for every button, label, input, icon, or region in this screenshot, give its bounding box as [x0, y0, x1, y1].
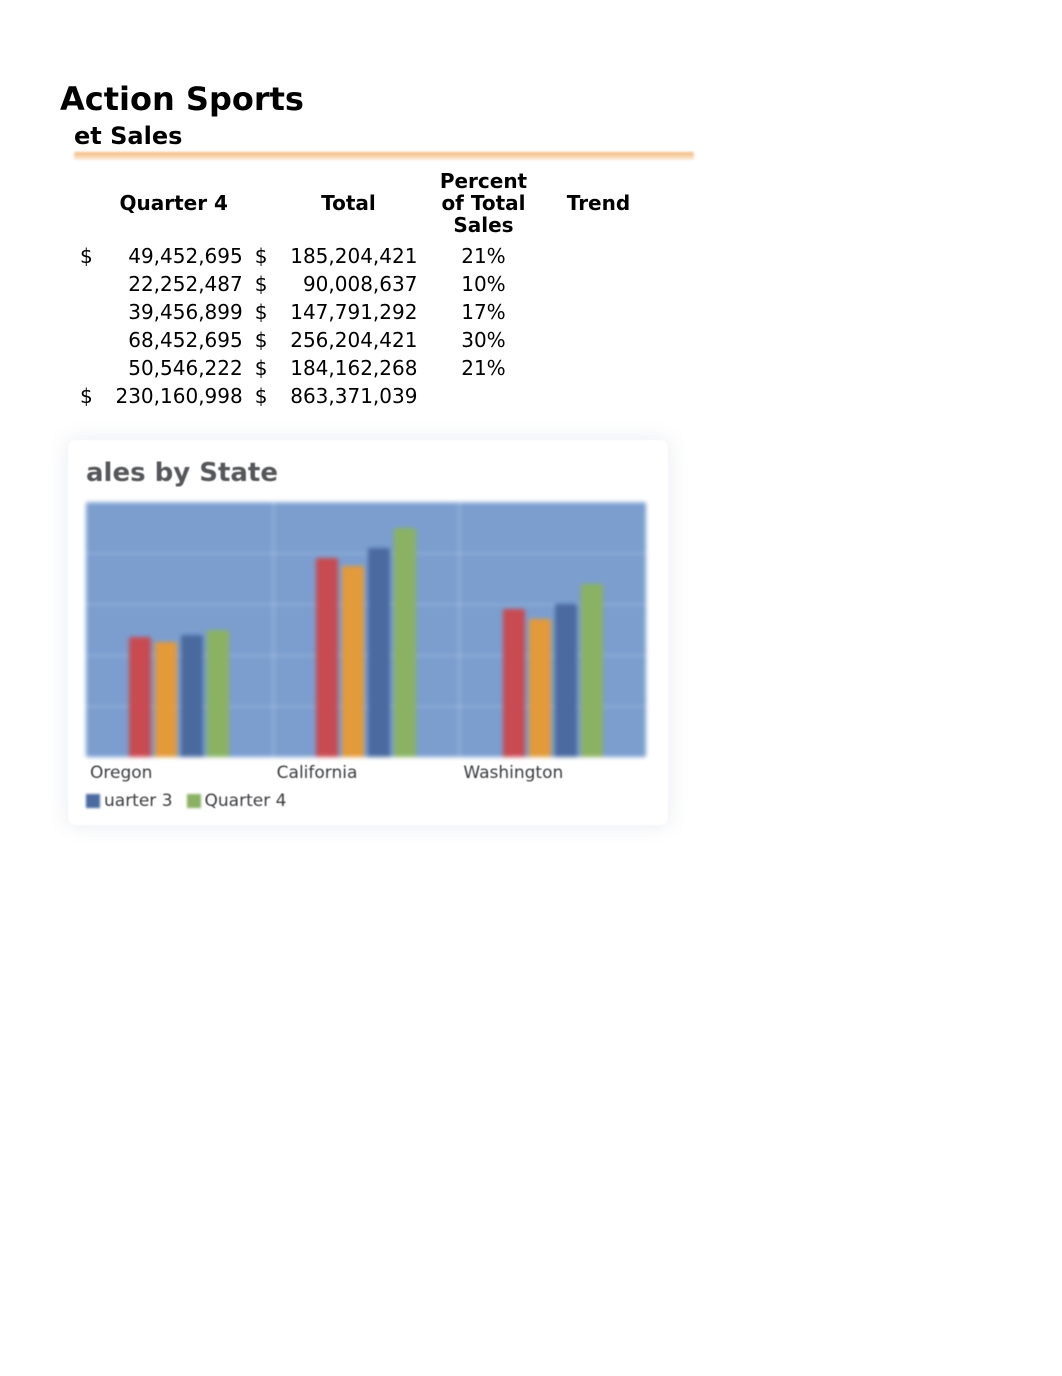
cell-pct: 30% — [423, 326, 543, 354]
chart-bar — [207, 630, 229, 758]
cell-trend — [543, 354, 653, 382]
cell-total: 185,204,421 — [273, 242, 423, 270]
chart-title: ales by State — [86, 458, 650, 488]
dollar-sign — [74, 326, 99, 354]
chart-bar — [155, 642, 177, 757]
x-axis-label: California — [273, 763, 460, 783]
legend-item: Quarter 4 — [187, 791, 287, 811]
cell-trend — [543, 298, 653, 326]
page-title: Action Sports — [60, 80, 1062, 118]
cell-total: 256,204,421 — [273, 326, 423, 354]
chart-bar — [503, 609, 525, 757]
table-row: $49,452,695$185,204,42121% — [74, 242, 653, 270]
chart-bar — [368, 548, 390, 757]
chart-card: ales by State OregonCaliforniaWashington… — [68, 440, 668, 825]
dollar-sign: $ — [249, 270, 274, 298]
chart-bar — [555, 604, 577, 757]
title-rule — [74, 152, 694, 160]
chart-legend: uarter 3 Quarter 4 — [86, 791, 650, 811]
dollar-sign: $ — [249, 354, 274, 382]
cell-q4: 68,452,695 — [99, 326, 249, 354]
x-axis-label: Oregon — [86, 763, 273, 783]
cell-pct: 21% — [423, 242, 543, 270]
dollar-sign: $ — [249, 242, 274, 270]
col-header-q4: Quarter 4 — [99, 164, 249, 242]
col-header-trend: Trend — [543, 164, 653, 242]
cell-total: 184,162,268 — [273, 354, 423, 382]
cell-q4: 230,160,998 — [99, 382, 249, 410]
dollar-sign — [74, 270, 99, 298]
cell-pct: 10% — [423, 270, 543, 298]
chart-bar — [581, 584, 603, 757]
cell-trend — [543, 382, 653, 410]
dollar-sign — [74, 298, 99, 326]
legend-swatch — [187, 794, 201, 808]
cell-q4: 39,456,899 — [99, 298, 249, 326]
chart-bar — [394, 528, 416, 758]
cell-pct — [423, 382, 543, 410]
cell-q4: 50,546,222 — [99, 354, 249, 382]
dollar-sign: $ — [249, 326, 274, 354]
dollar-sign: $ — [249, 298, 274, 326]
chart-bar — [181, 635, 203, 757]
cell-q4: 22,252,487 — [99, 270, 249, 298]
table-row: 39,456,899$147,791,29217% — [74, 298, 653, 326]
table-row: 50,546,222$184,162,26821% — [74, 354, 653, 382]
legend-label: Quarter 4 — [205, 791, 287, 811]
chart-bar — [342, 566, 364, 757]
x-axis-label: Washington — [459, 763, 646, 783]
sales-table: Quarter 4 Total Percent of Total Sales T… — [74, 164, 653, 410]
cell-pct: 21% — [423, 354, 543, 382]
legend-label: uarter 3 — [104, 791, 173, 811]
cell-trend — [543, 242, 653, 270]
chart-bar — [529, 619, 551, 757]
dollar-sign — [74, 354, 99, 382]
page-subtitle: et Sales — [74, 122, 1062, 150]
dollar-sign: $ — [74, 242, 99, 270]
cell-trend — [543, 270, 653, 298]
col-header-pct: Percent of Total Sales — [423, 164, 543, 242]
cell-trend — [543, 326, 653, 354]
dollar-sign: $ — [74, 382, 99, 410]
dollar-sign: $ — [249, 382, 274, 410]
cell-total: 90,008,637 — [273, 270, 423, 298]
table-row: 68,452,695$256,204,42130% — [74, 326, 653, 354]
cell-pct: 17% — [423, 298, 543, 326]
table-row: 22,252,487$90,008,63710% — [74, 270, 653, 298]
chart-bar — [316, 558, 338, 757]
table-row: $230,160,998$863,371,039 — [74, 382, 653, 410]
col-header-total: Total — [273, 164, 423, 242]
legend-item: uarter 3 — [86, 791, 173, 811]
cell-total: 863,371,039 — [273, 382, 423, 410]
chart-x-axis-labels: OregonCaliforniaWashington — [86, 763, 646, 783]
cell-q4: 49,452,695 — [99, 242, 249, 270]
chart-bar — [129, 637, 151, 757]
chart-plot-area — [86, 502, 646, 757]
legend-swatch — [86, 794, 100, 808]
cell-total: 147,791,292 — [273, 298, 423, 326]
